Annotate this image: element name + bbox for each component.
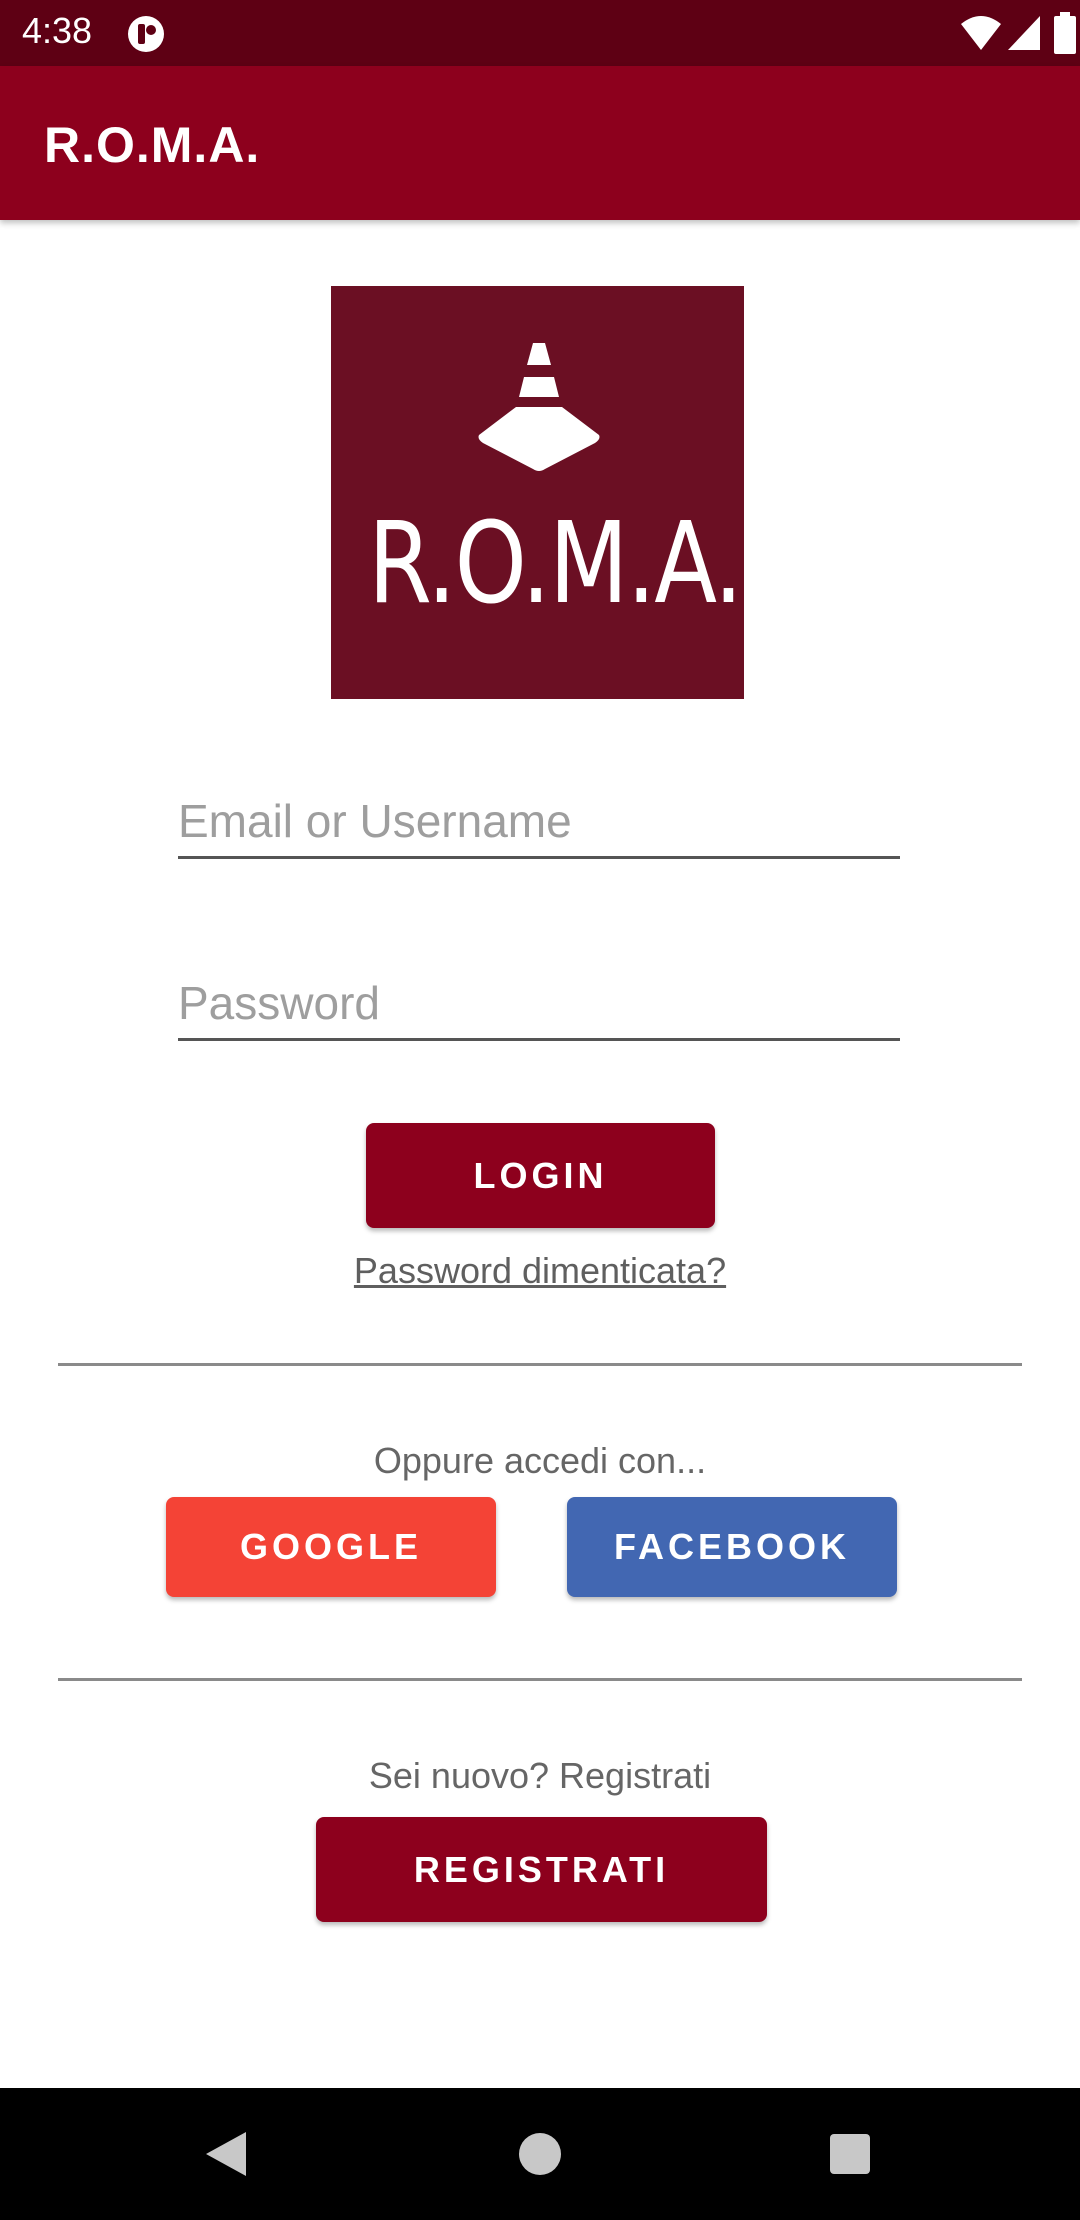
app-logo: R.O.M.A. — [331, 286, 744, 699]
navigation-bar — [0, 2088, 1080, 2220]
facebook-login-button[interactable]: FACEBOOK — [567, 1497, 897, 1597]
forgot-password-link[interactable]: Password dimenticata? — [0, 1250, 1080, 1292]
status-time: 4:38 — [22, 10, 93, 51]
login-button[interactable]: LOGIN — [366, 1123, 715, 1228]
password-field[interactable] — [178, 968, 900, 1041]
divider — [58, 1363, 1022, 1366]
home-icon[interactable] — [514, 2128, 566, 2180]
social-login-caption: Oppure accedi con... — [373, 1440, 707, 1481]
app-notification-icon — [128, 16, 164, 52]
divider — [58, 1678, 1022, 1681]
app-bar: R.O.M.A. — [0, 66, 1080, 220]
recents-icon[interactable] — [824, 2128, 876, 2180]
app-title: R.O.M.A. — [44, 117, 261, 173]
wifi-icon — [961, 16, 1001, 50]
back-icon[interactable] — [200, 2128, 252, 2180]
register-button[interactable]: REGISTRATI — [316, 1817, 767, 1922]
signal-icon — [1008, 16, 1040, 50]
logo-text: R.O.M.A. — [368, 499, 743, 629]
traffic-cone-icon — [478, 343, 600, 471]
password-input[interactable] — [178, 968, 900, 1038]
google-login-button[interactable]: GOOGLE — [166, 1497, 496, 1597]
email-input[interactable] — [178, 786, 900, 856]
email-field[interactable] — [178, 786, 900, 859]
status-bar: 4:38 — [0, 0, 1080, 66]
register-caption: Sei nuovo? Registrati — [368, 1755, 712, 1796]
battery-icon — [1054, 12, 1076, 54]
